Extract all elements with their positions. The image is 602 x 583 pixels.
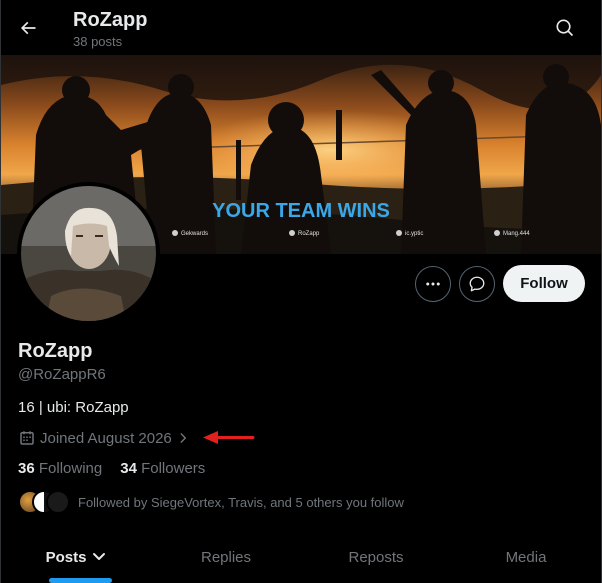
- banner-player-tag: RoZapp: [298, 231, 320, 237]
- tab-media[interactable]: Media: [451, 532, 601, 583]
- profile-page: RoZapp 38 posts YOUR TEAM WINS Gekwards …: [0, 0, 602, 583]
- joined-text: Joined August 2026: [40, 429, 172, 447]
- bio: 16 | ubi: RoZapp: [18, 399, 129, 416]
- banner-player-tag: Mang.444: [503, 231, 530, 237]
- followed-by-text: Followed by SiegeVortex, Travis, and 5 o…: [78, 494, 404, 510]
- followers-count: 34: [120, 460, 137, 477]
- arrow-left-icon: [20, 21, 36, 35]
- header-title: RoZapp: [73, 9, 148, 31]
- follow-button[interactable]: Follow: [503, 265, 585, 302]
- mutual-followers-avatars: [18, 490, 72, 514]
- tab-reposts[interactable]: Reposts: [301, 532, 451, 583]
- display-name: RoZapp: [18, 340, 93, 362]
- followers-link[interactable]: 34 Followers: [120, 459, 205, 479]
- followers-label: Followers: [141, 460, 206, 477]
- user-handle: @RoZappR6: [18, 366, 106, 383]
- annotation-arrow-icon: [203, 431, 255, 444]
- joined-date[interactable]: Joined August 2026: [18, 428, 190, 448]
- tab-label: Replies: [200, 549, 252, 566]
- tab-label: Posts: [45, 549, 87, 566]
- calendar-icon: [18, 429, 36, 447]
- following-count: 36: [18, 460, 35, 477]
- top-bar: RoZapp 38 posts: [1, 0, 601, 55]
- profile-avatar[interactable]: [17, 182, 160, 325]
- mutual-avatar: [46, 490, 70, 514]
- banner-headline: YOUR TEAM WINS: [212, 200, 390, 222]
- chevron-right-icon: [176, 431, 190, 445]
- message-icon: [469, 276, 485, 292]
- following-label: Following: [38, 460, 103, 477]
- header-title-group: RoZapp 38 posts: [73, 7, 147, 50]
- more-horizontal-icon: [426, 282, 440, 286]
- follow-stats: 36 Following 34 Followers: [18, 459, 223, 479]
- chevron-down-icon: [92, 549, 106, 562]
- tab-label: Media: [505, 549, 547, 566]
- search-button[interactable]: [547, 10, 583, 46]
- following-link[interactable]: 36 Following: [18, 459, 102, 479]
- more-button[interactable]: [415, 266, 451, 302]
- tab-label: Reposts: [348, 549, 404, 566]
- tab-posts[interactable]: Posts: [1, 532, 151, 583]
- avatar-image: [21, 186, 156, 321]
- tab-replies[interactable]: Replies: [151, 532, 301, 583]
- profile-tabs: Posts Replies Reposts Media: [1, 532, 601, 583]
- search-icon: [556, 19, 574, 37]
- back-button[interactable]: [9, 9, 47, 47]
- message-button[interactable]: [459, 266, 495, 302]
- banner-player-tag: Gekwards: [181, 231, 208, 237]
- active-tab-indicator: [49, 578, 112, 583]
- followed-by-link[interactable]: Followed by SiegeVortex, Travis, and 5 o…: [18, 490, 404, 514]
- post-count: 38 posts: [73, 34, 123, 49]
- banner-player-tag: ic.yptic: [405, 231, 423, 237]
